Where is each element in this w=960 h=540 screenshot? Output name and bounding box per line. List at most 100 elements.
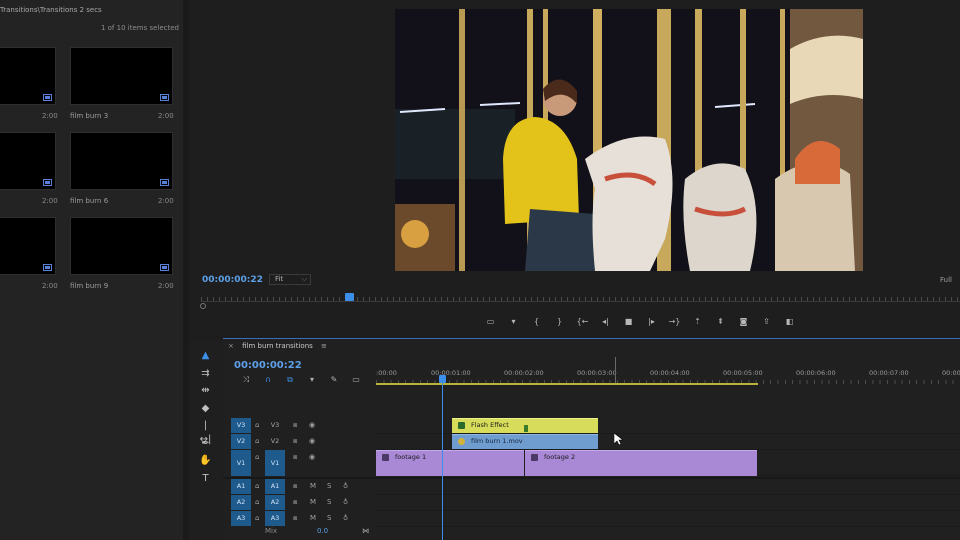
voiceover-mic-icon[interactable]: ♁ bbox=[343, 511, 348, 526]
sync-lock-icon[interactable]: ⧈ bbox=[293, 511, 297, 526]
video-clip-icon bbox=[160, 94, 169, 101]
lock-icon[interactable]: ⌂ bbox=[255, 479, 259, 494]
comparison-view-icon[interactable]: ⇪ bbox=[755, 315, 778, 329]
audio-track-lane[interactable] bbox=[376, 479, 960, 495]
solo-button[interactable]: S bbox=[327, 479, 331, 494]
playback-resolution-dropdown[interactable]: Full bbox=[940, 276, 952, 284]
mark-out-icon[interactable]: } bbox=[548, 315, 571, 329]
captions-icon[interactable]: ▭ bbox=[345, 375, 367, 385]
safe-margins-icon[interactable]: ▭ bbox=[479, 315, 502, 329]
lock-icon[interactable]: ⌂ bbox=[255, 434, 259, 449]
track-target-a2[interactable]: A2 bbox=[265, 495, 285, 510]
pen-tool-icon[interactable]: ✒ bbox=[198, 437, 213, 451]
bin-item-thumbnail[interactable] bbox=[70, 47, 173, 105]
eye-icon[interactable]: ◉ bbox=[309, 450, 315, 465]
step-back-icon[interactable]: ◂| bbox=[594, 315, 617, 329]
razor-tool-icon[interactable]: ◆ bbox=[198, 402, 213, 416]
voiceover-mic-icon[interactable]: ♁ bbox=[343, 495, 348, 510]
clip-footage-2[interactable]: footage 2 bbox=[525, 450, 757, 476]
source-patch-a2[interactable]: A2 bbox=[231, 495, 251, 510]
bin-item-thumbnail[interactable] bbox=[0, 47, 56, 105]
timeline-settings-icon[interactable]: ✎ bbox=[323, 375, 345, 385]
eye-icon[interactable]: ◉ bbox=[309, 434, 315, 449]
clip-footage-1[interactable]: footage 1 bbox=[376, 450, 524, 476]
sync-lock-icon[interactable]: ⧈ bbox=[293, 418, 297, 433]
sync-lock-icon[interactable]: ⧈ bbox=[293, 495, 297, 510]
source-patch-a1[interactable]: A1 bbox=[231, 479, 251, 494]
audio-track-lane[interactable] bbox=[376, 511, 960, 527]
item-name[interactable]: film burn 9 bbox=[70, 282, 108, 290]
sequence-name: film burn transitions bbox=[242, 342, 313, 350]
button-editor-icon[interactable]: ◧ bbox=[778, 315, 801, 329]
type-tool-icon[interactable]: T bbox=[198, 472, 213, 486]
mix-end-icon[interactable]: ⋈ bbox=[362, 527, 369, 535]
mix-volume-value[interactable]: 0.0 bbox=[317, 527, 328, 535]
slip-tool-icon[interactable]: |↔| bbox=[198, 419, 213, 445]
work-area-bar[interactable] bbox=[376, 383, 758, 385]
audio-track-lane[interactable] bbox=[376, 495, 960, 511]
solo-button[interactable]: S bbox=[327, 511, 331, 526]
mix-label: Mix bbox=[265, 527, 278, 535]
clip-fx-badge-icon bbox=[458, 438, 465, 445]
mark-in-icon[interactable]: { bbox=[525, 315, 548, 329]
stop-icon[interactable]: ■ bbox=[617, 315, 640, 329]
sync-lock-icon[interactable]: ⧈ bbox=[293, 450, 297, 465]
lock-icon[interactable]: ⌂ bbox=[255, 418, 259, 433]
snap-icon[interactable]: ∩ bbox=[257, 375, 279, 385]
clip-film-burn[interactable]: film burn 1.mov bbox=[452, 434, 598, 449]
go-to-out-icon[interactable]: →} bbox=[663, 315, 686, 329]
source-patch-v2[interactable]: V2 bbox=[231, 434, 251, 449]
monitor-time-ruler[interactable] bbox=[201, 297, 960, 305]
close-icon[interactable]: × bbox=[228, 342, 234, 350]
sync-lock-icon[interactable]: ⧈ bbox=[293, 434, 297, 449]
nest-sequence-icon[interactable]: ⤨ bbox=[235, 375, 257, 385]
mute-button[interactable]: M bbox=[310, 495, 316, 510]
lock-icon[interactable]: ⌂ bbox=[255, 511, 259, 526]
export-frame-icon[interactable]: ◙ bbox=[732, 315, 755, 329]
lock-icon[interactable]: ⌂ bbox=[255, 495, 259, 510]
track-target-v3[interactable]: V3 bbox=[265, 418, 285, 433]
lift-icon[interactable]: ⇡ bbox=[686, 315, 709, 329]
voiceover-mic-icon[interactable]: ♁ bbox=[343, 479, 348, 494]
lock-icon[interactable]: ⌂ bbox=[255, 450, 259, 465]
source-patch-v1[interactable]: V1 bbox=[231, 450, 251, 476]
ruler-timecode-label: :00:00 bbox=[376, 369, 397, 377]
monitor-playhead[interactable] bbox=[345, 293, 354, 301]
step-forward-icon[interactable]: |▸ bbox=[640, 315, 663, 329]
track-select-tool-icon[interactable]: ⇉ bbox=[198, 367, 213, 381]
source-patch-v3[interactable]: V3 bbox=[231, 418, 251, 433]
sync-lock-icon[interactable]: ⧈ bbox=[293, 479, 297, 494]
extract-icon[interactable]: ⇞ bbox=[709, 315, 732, 329]
item-name[interactable]: film burn 3 bbox=[70, 112, 108, 120]
track-target-v2[interactable]: V2 bbox=[265, 434, 285, 449]
solo-button[interactable]: S bbox=[327, 495, 331, 510]
bin-item-thumbnail[interactable] bbox=[0, 217, 56, 275]
item-name[interactable]: film burn 6 bbox=[70, 197, 108, 205]
track-target-a1[interactable]: A1 bbox=[265, 479, 285, 494]
bin-item-thumbnail[interactable] bbox=[70, 132, 173, 190]
eye-icon[interactable]: ◉ bbox=[309, 418, 315, 433]
keyframe-marker[interactable] bbox=[524, 425, 528, 432]
sequence-tab[interactable]: × film burn transitions ≡ bbox=[228, 342, 327, 350]
selection-tool-icon[interactable]: ▲ bbox=[198, 349, 213, 363]
ruler-timecode-label: 00:00:01:00 bbox=[431, 369, 471, 377]
hand-tool-icon[interactable]: ✋ bbox=[198, 454, 213, 468]
track-target-a3[interactable]: A3 bbox=[265, 511, 285, 526]
linked-selection-icon[interactable]: ⧉ bbox=[279, 375, 301, 385]
monitor-playhead-timecode[interactable]: 00:00:00:22 bbox=[202, 275, 263, 285]
mute-button[interactable]: M bbox=[310, 479, 316, 494]
bin-item-thumbnail[interactable] bbox=[0, 132, 56, 190]
zoom-level-dropdown[interactable]: Fit bbox=[269, 274, 311, 285]
go-to-in-icon[interactable]: {← bbox=[571, 315, 594, 329]
add-marker-icon[interactable]: ▾ bbox=[301, 375, 323, 385]
timeline-playhead-timecode[interactable]: 00:00:00:22 bbox=[234, 360, 302, 371]
source-patch-a3[interactable]: A3 bbox=[231, 511, 251, 526]
mute-button[interactable]: M bbox=[310, 511, 316, 526]
track-target-v1[interactable]: V1 bbox=[265, 450, 285, 476]
marker-icon[interactable]: ▾ bbox=[502, 315, 525, 329]
panel-menu-icon[interactable]: ≡ bbox=[321, 342, 327, 350]
ripple-edit-tool-icon[interactable]: ⇹ bbox=[198, 384, 213, 398]
item-duration: 2:00 bbox=[158, 282, 174, 290]
bin-item-thumbnail[interactable] bbox=[70, 217, 173, 275]
monitor-zoom-handle[interactable] bbox=[200, 303, 206, 309]
